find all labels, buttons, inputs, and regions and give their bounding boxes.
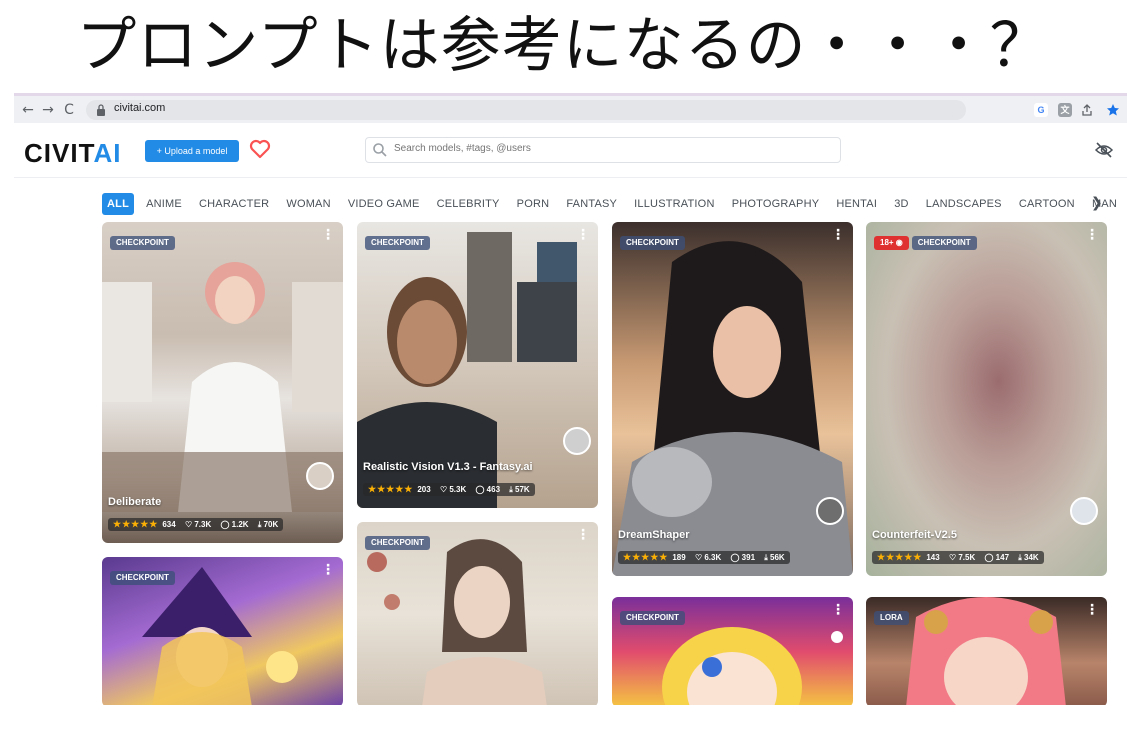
rating-stars: ★★★★★ [623,552,669,562]
model-stats: ★★★★★ 189 ♡ 6.3K ◯ 391 ⤓ 56K [618,551,790,564]
rating-count: 634 [162,520,176,529]
tab-video-game[interactable]: VIDEO GAME [343,193,425,215]
model-card-dreamshaper[interactable]: CHECKPOINT ⋮ DreamShaper ★★★★★ 189 ♡ 6.3K… [612,222,853,576]
comments-count: ◯ 1.2K [220,520,249,529]
model-title: Counterfeit-V2.5 [872,529,957,541]
creator-avatar[interactable] [563,427,591,455]
card-image-blurred [866,222,1107,576]
rating-count: 203 [417,485,431,494]
more-options-icon[interactable]: ⋮ [1085,603,1099,617]
share-icon[interactable] [1080,103,1094,117]
likes-count: ♡ 6.3K [694,553,722,562]
tab-3d[interactable]: 3D [889,193,913,215]
tab-landscapes[interactable]: LANDSCAPES [921,193,1007,215]
search-icon [373,143,387,157]
tab-anime[interactable]: ANIME [141,193,187,215]
google-icon[interactable]: G [1034,103,1048,117]
category-tabs: ALL ANIME CHARACTER WOMAN VIDEO GAME CEL… [102,192,1124,215]
bookmark-star-icon[interactable] [1106,103,1120,117]
chevron-right-icon[interactable]: ❯ [1091,192,1103,214]
model-stats: ★★★★★ 203 ♡ 5.3K ◯ 463 ⤓ 57K [363,483,535,496]
model-card-counterfeit[interactable]: 18+ ◉ CHECKPOINT ⋮ Counterfeit-V2.5 ★★★★★… [866,222,1107,576]
model-card-elf[interactable]: CHECKPOINT ⋮ [357,522,598,705]
browser-window: ← → C civitai.com G 文 CIVITAI + Upload a… [14,93,1127,705]
rating-count: 143 [926,553,940,562]
more-options-icon[interactable]: ⋮ [576,228,590,242]
tab-hentai[interactable]: HENTAI [831,193,882,215]
eye-off-icon[interactable] [1094,141,1114,159]
url-text: civitai.com [114,102,166,114]
site-header: CIVITAI + Upload a model [14,126,1127,178]
search-input[interactable] [394,143,824,154]
creator-avatar[interactable] [306,462,334,490]
model-card-witch[interactable]: CHECKPOINT ⋮ [102,557,343,705]
more-options-icon[interactable]: ⋮ [831,603,845,617]
translate-icon[interactable]: 文 [1058,103,1072,117]
comments-count: ◯ 391 [730,553,756,562]
more-options-icon[interactable]: ⋮ [576,528,590,542]
more-options-icon[interactable]: ⋮ [321,228,335,242]
creator-avatar[interactable] [1070,497,1098,525]
model-card-realistic-vision[interactable]: CHECKPOINT ⋮ Realistic Vision V1.3 - Fan… [357,222,598,508]
heart-icon[interactable] [248,137,272,161]
comments-count: ◯ 463 [475,485,501,494]
reload-button[interactable]: C [61,101,77,119]
type-badge: CHECKPOINT [911,236,977,250]
likes-count: ♡ 5.3K [439,485,467,494]
slide-title: プロンプトは参考になるの・・・？ [76,11,1051,81]
model-stats: ★★★★★ 634 ♡ 7.3K ◯ 1.2K ⤓ 70K [108,518,284,531]
model-title: Deliberate [108,496,162,508]
tab-all[interactable]: ALL [102,193,134,215]
address-bar[interactable]: civitai.com [86,100,966,120]
search-box[interactable] [365,137,841,163]
downloads-count: ⤓ 57K [509,485,530,494]
card-image [102,222,343,543]
tab-character[interactable]: CHARACTER [194,193,274,215]
model-stats: ★★★★★ 143 ♡ 7.5K ◯ 147 ⤓ 34K [872,551,1044,564]
type-badge: CHECKPOINT [110,236,175,250]
downloads-count: ⤓ 56K [764,553,785,562]
model-card-sailor[interactable]: CHECKPOINT ⋮ [612,597,853,705]
more-options-icon[interactable]: ⋮ [1085,228,1099,242]
tab-photography[interactable]: PHOTOGRAPHY [727,193,825,215]
tab-illustration[interactable]: ILLUSTRATION [629,193,719,215]
model-title: Realistic Vision V1.3 - Fantasy.ai [363,461,533,473]
nsfw-badge: 18+ ◉ [874,236,909,250]
type-badge: CHECKPOINT [110,571,175,585]
likes-count: ♡ 7.5K [948,553,976,562]
model-card-lora[interactable]: LORA ⋮ [866,597,1107,705]
card-image [612,222,853,576]
type-badge: CHECKPOINT [620,236,685,250]
type-badge: CHECKPOINT [620,611,685,625]
upload-model-button[interactable]: + Upload a model [145,140,239,162]
browser-toolbar: ← → C civitai.com G 文 [14,93,1127,123]
rating-count: 189 [672,553,686,562]
tab-porn[interactable]: PORN [512,193,555,215]
downloads-count: ⤓ 70K [257,520,279,529]
rating-stars: ★★★★★ [877,552,923,562]
creator-avatar[interactable] [816,497,844,525]
tab-celebrity[interactable]: CELEBRITY [432,193,505,215]
model-title: DreamShaper [618,529,690,541]
type-badge: LORA [874,611,909,625]
tab-fantasy[interactable]: FANTASY [561,193,622,215]
rating-stars: ★★★★★ [113,519,159,529]
civitai-logo[interactable]: CIVITAI [24,138,122,169]
type-badge: CHECKPOINT [365,536,430,550]
type-badge: CHECKPOINT [365,236,430,250]
downloads-count: ⤓ 34K [1018,553,1039,562]
likes-count: ♡ 7.3K [184,520,212,529]
back-button[interactable]: ← [20,101,36,119]
tab-cartoon[interactable]: CARTOON [1014,193,1080,215]
forward-button[interactable]: → [40,101,56,119]
model-card-deliberate[interactable]: CHECKPOINT ⋮ Deliberate ★★★★★ 634 ♡ 7.3K … [102,222,343,543]
comments-count: ◯ 147 [984,553,1010,562]
rating-stars: ★★★★★ [368,484,414,494]
more-options-icon[interactable]: ⋮ [831,228,845,242]
more-options-icon[interactable]: ⋮ [321,563,335,577]
tab-woman[interactable]: WOMAN [281,193,335,215]
lock-icon [97,104,105,116]
